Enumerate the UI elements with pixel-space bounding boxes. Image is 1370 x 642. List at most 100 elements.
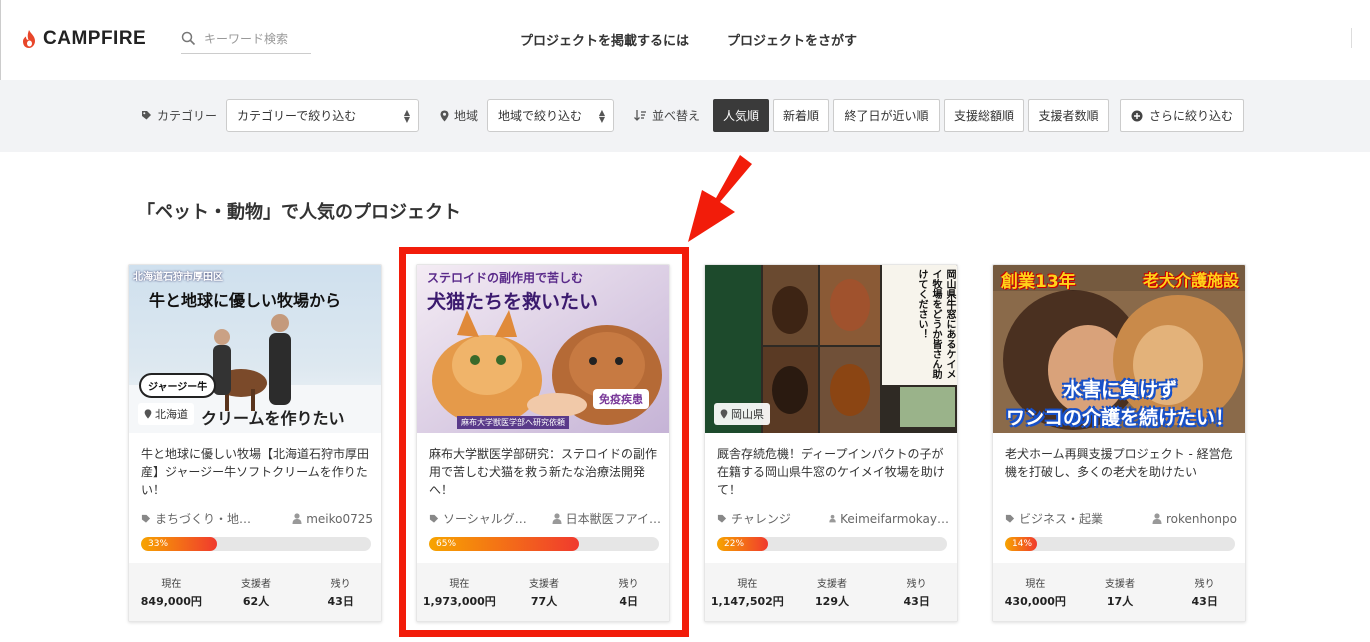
project-card[interactable]: 岡山県牛窓にあるケイメイ牧場をどうか皆さん助けてください！ 岡山県 厩舎存続危機… xyxy=(704,264,958,622)
owner-text: rokenhonpo xyxy=(1165,511,1237,526)
project-title[interactable]: 厩舎存続危機！ディープインパクトの子が在籍する岡山県牛窓のケイメイ牧場を助けて！ xyxy=(717,445,949,499)
header-divider xyxy=(1351,28,1352,48)
search-icon xyxy=(181,31,196,46)
project-category[interactable]: チャレンジ xyxy=(717,510,791,527)
project-card[interactable]: 北海道石狩市厚田区 牛と地球に優しい牧場から ジャージー牛 クリームを作りたい … xyxy=(128,264,382,622)
category-select[interactable]: カテゴリーで絞り込む ▲ ▼ xyxy=(226,99,419,132)
sort-popular-button[interactable]: 人気順 xyxy=(713,99,769,132)
stat-backers: 支援者 129人 xyxy=(790,563,875,621)
stat-current: 現在 1,147,502円 xyxy=(705,563,790,621)
map-pin-icon xyxy=(144,409,152,419)
search-input[interactable] xyxy=(204,31,304,46)
stat-label: 現在 xyxy=(737,579,758,590)
search-box[interactable] xyxy=(181,24,311,54)
sort-label-text: 並べ替え xyxy=(652,109,701,123)
section-title: 「ペット・動物」で人気のプロジェクト xyxy=(137,202,461,223)
stat-label: 残り xyxy=(330,579,351,590)
stat-value: 129人 xyxy=(815,595,849,608)
tag-icon xyxy=(141,514,151,523)
stat-label: 残り xyxy=(906,579,927,590)
category-text: ビジネス・起業 xyxy=(1019,512,1104,526)
stat-current: 現在 849,000円 xyxy=(129,563,214,621)
sort-total-amount-button[interactable]: 支援総額順 xyxy=(944,99,1024,132)
nav-list-project[interactable]: プロジェクトを掲載するには xyxy=(520,30,689,49)
thumb-caption-top: 北海道石狩市厚田区 xyxy=(133,272,223,283)
plus-circle-icon xyxy=(1131,110,1143,121)
tag-icon xyxy=(1005,514,1015,523)
sort-ending-soon-button[interactable]: 終了日が近い順 xyxy=(833,99,940,132)
user-icon xyxy=(292,513,302,524)
category-text: まちづくり・地… xyxy=(155,512,252,526)
project-thumbnail[interactable]: 岡山県牛窓にあるケイメイ牧場をどうか皆さん助けてください！ 岡山県 xyxy=(705,265,957,433)
category-select-value: カテゴリーで絞り込む xyxy=(237,109,357,123)
project-category[interactable]: まちづくり・地… xyxy=(141,510,251,527)
stat-label: 現在 xyxy=(1025,579,1046,590)
user-icon xyxy=(829,514,836,523)
location-text: 北海道 xyxy=(155,408,188,421)
location-badge: 北海道 xyxy=(138,403,194,425)
more-filters-label: さらに絞り込む xyxy=(1148,109,1233,123)
user-icon xyxy=(1152,513,1162,524)
sort-backers-button[interactable]: 支援者数順 xyxy=(1028,99,1109,132)
location-text: 岡山県 xyxy=(731,408,764,421)
thumb-caption-top-right: 老犬介護施設 xyxy=(1143,271,1240,290)
stat-backers: 支援者 17人 xyxy=(1078,563,1163,621)
progress-percent: 33% xyxy=(148,539,169,549)
progress-bar: 33% xyxy=(141,537,371,551)
site-header: CAMPFIRE プロジェクトを掲載するには プロジェクトをさがす xyxy=(0,0,1370,80)
stat-remaining: 残り 43日 xyxy=(874,563,957,621)
project-owner[interactable]: meiko0725 xyxy=(292,510,373,527)
stat-value: 62人 xyxy=(242,595,270,608)
stat-label: 支援者 xyxy=(1105,579,1135,590)
thumb-caption-bottom-1: 水害に負けず xyxy=(1062,379,1177,401)
highlight-box xyxy=(399,247,689,637)
region-label-text: 地域 xyxy=(454,109,479,123)
stat-label: 支援者 xyxy=(817,579,847,590)
thumb-headline: 牛と地球に優しい牧場から xyxy=(149,291,342,310)
category-filter-label: カテゴリー xyxy=(141,107,217,124)
thumb-caption-side: 岡山県牛窓にあるケイメイ牧場をどうか皆さん助けてください！ xyxy=(916,269,955,379)
thumb-badge: ジャージー牛 xyxy=(139,373,217,398)
owner-text: Keimeifarmokay… xyxy=(840,511,949,526)
project-category[interactable]: ビジネス・起業 xyxy=(1005,510,1103,527)
project-meta: まちづくり・地… meiko0725 xyxy=(141,510,373,527)
project-thumbnail[interactable]: 北海道石狩市厚田区 牛と地球に優しい牧場から ジャージー牛 クリームを作りたい … xyxy=(129,265,381,433)
stat-backers: 支援者 62人 xyxy=(214,563,299,621)
stat-value: 17人 xyxy=(1106,595,1134,608)
flame-icon xyxy=(23,30,35,48)
thumb-caption-top-left: 創業13年 xyxy=(1001,272,1076,292)
project-thumbnail[interactable]: 創業13年 老犬介護施設 水害に負けず ワンコの介護を続けたい！ xyxy=(993,265,1245,433)
project-stats: 現在 849,000円 支援者 62人 残り 43日 xyxy=(129,563,381,621)
progress-percent: 22% xyxy=(724,539,745,549)
select-arrows-icon: ▲ ▼ xyxy=(403,108,410,124)
project-owner[interactable]: rokenhonpo xyxy=(1152,510,1237,527)
project-title[interactable]: 牛と地球に優しい牧場【北海道石狩市厚田産】ジャージー牛ソフトクリームを作りたい！ xyxy=(141,445,373,499)
stat-value: 430,000円 xyxy=(1004,595,1066,608)
region-filter-label: 地域 xyxy=(440,107,478,124)
logo-text: CAMPFIRE xyxy=(43,28,147,49)
campfire-logo[interactable]: CAMPFIRE xyxy=(21,28,146,50)
stat-label: 現在 xyxy=(161,579,182,590)
region-select[interactable]: 地域で絞り込む ▲ ▼ xyxy=(487,99,614,132)
project-owner[interactable]: Keimeifarmokay… xyxy=(829,510,949,527)
stat-value: 43日 xyxy=(1191,595,1218,608)
nav-find-project[interactable]: プロジェクトをさがす xyxy=(727,30,857,49)
project-title[interactable]: 老犬ホーム再興支援プロジェクト - 経営危機を打破し、多くの老犬を助けたい xyxy=(1005,445,1237,481)
progress-bar: 22% xyxy=(717,537,947,551)
tag-icon xyxy=(142,111,151,120)
progress-percent: 14% xyxy=(1012,539,1033,549)
project-card[interactable]: 創業13年 老犬介護施設 水害に負けず ワンコの介護を続けたい！ 老犬ホーム再興… xyxy=(992,264,1246,622)
stat-value: 43日 xyxy=(327,595,354,608)
project-meta: ビジネス・起業 rokenhonpo xyxy=(1005,510,1237,527)
sort-icon xyxy=(634,110,646,121)
pointer-arrow-icon xyxy=(688,155,752,242)
stat-remaining: 残り 43日 xyxy=(1162,563,1245,621)
map-pin-icon xyxy=(440,110,449,121)
owner-text: meiko0725 xyxy=(306,511,373,526)
sort-newest-button[interactable]: 新着順 xyxy=(773,99,829,132)
stat-current: 現在 430,000円 xyxy=(993,563,1078,621)
more-filters-button[interactable]: さらに絞り込む xyxy=(1120,99,1244,132)
sort-label: 並べ替え xyxy=(634,107,700,124)
location-badge: 岡山県 xyxy=(714,403,770,425)
project-stats: 現在 1,147,502円 支援者 129人 残り 43日 xyxy=(705,563,957,621)
